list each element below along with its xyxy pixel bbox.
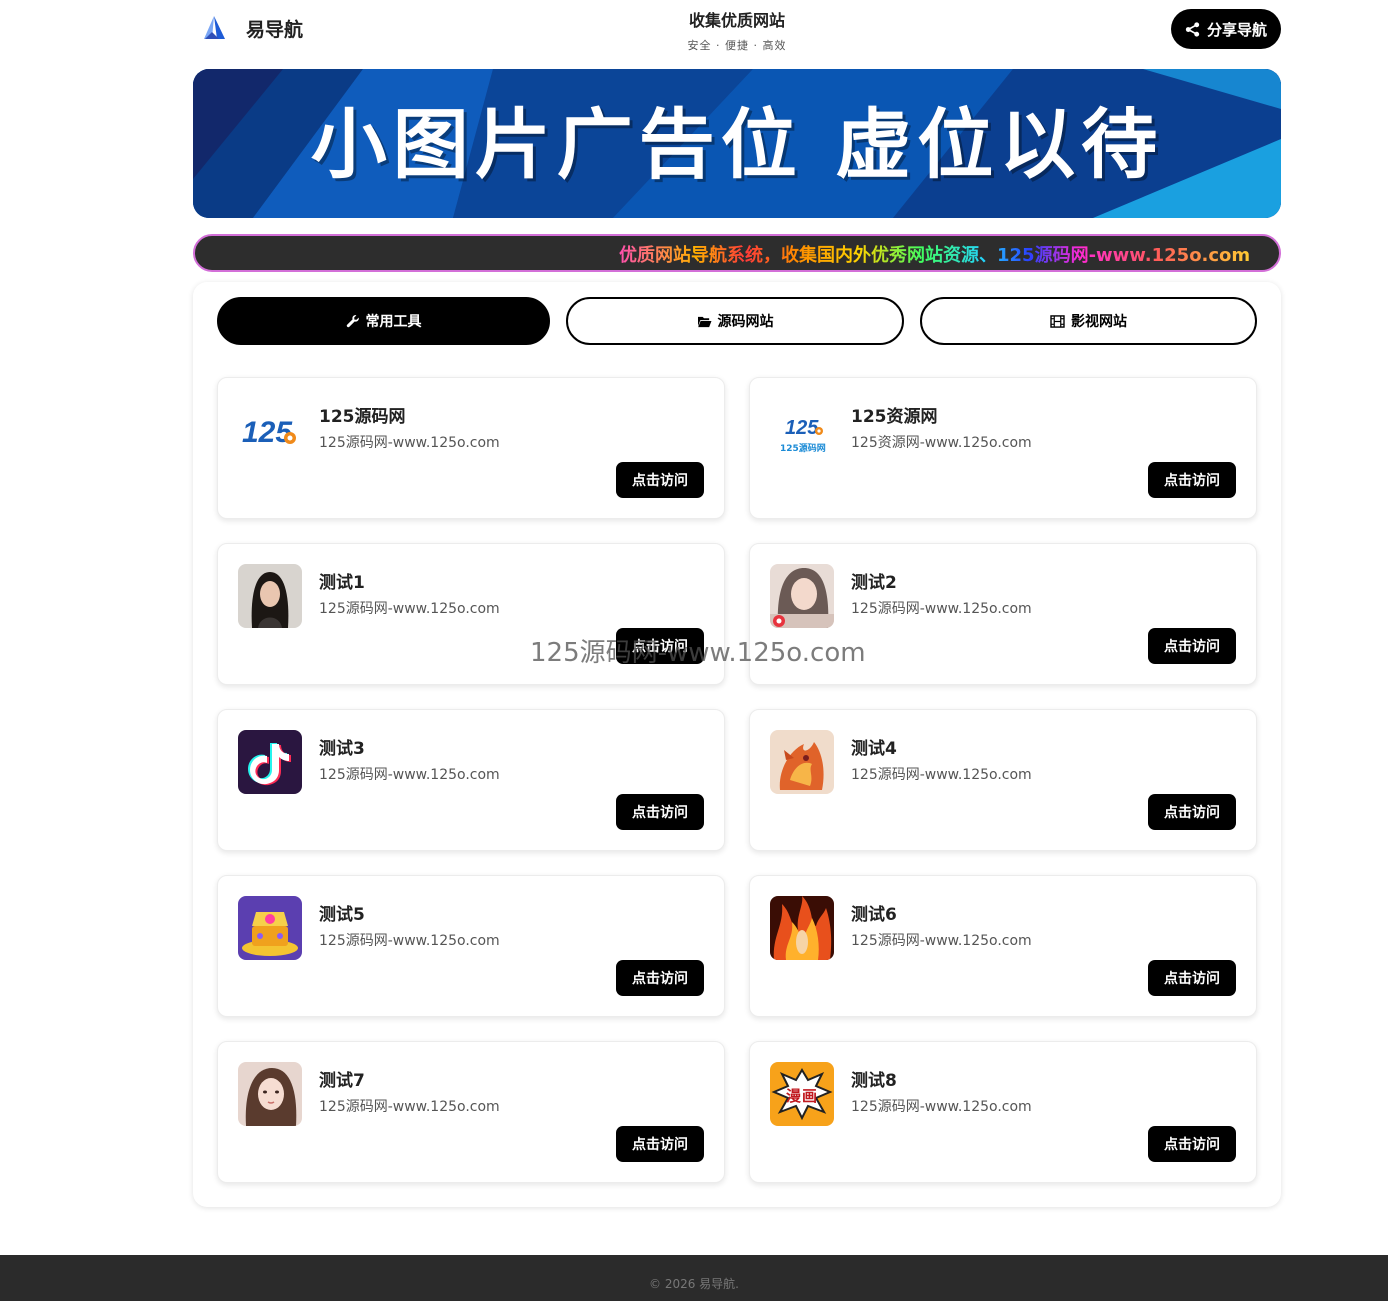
wrench-icon bbox=[346, 315, 359, 328]
copyright-text: © 2026 易导航. bbox=[649, 1277, 739, 1291]
portrait-image bbox=[238, 1062, 302, 1126]
site-card[interactable]: 测试1 125源码网-www.125o.com 点击访问 bbox=[217, 543, 725, 685]
treasure-chest-image bbox=[238, 896, 302, 960]
tab-common-tools[interactable]: 常用工具 bbox=[217, 297, 550, 345]
site-thumbnail bbox=[770, 896, 834, 960]
site-description: 125源码网-www.125o.com bbox=[319, 435, 500, 451]
footer: © 2026 易导航. bbox=[0, 1255, 1388, 1301]
svg-text:125: 125 bbox=[785, 417, 819, 439]
site-thumbnail bbox=[238, 1062, 302, 1126]
share-label: 分享导航 bbox=[1206, 20, 1267, 39]
site-title: 125源码网 bbox=[319, 407, 406, 427]
site-description: 125源码网-www.125o.com bbox=[851, 1099, 1032, 1115]
site-title: 测试8 bbox=[851, 1071, 897, 1091]
tab-label: 常用工具 bbox=[365, 314, 422, 330]
visit-button[interactable]: 点击访问 bbox=[616, 1126, 704, 1162]
marquee-text: 优质网站导航系统，收集国内外优秀网站资源、125源码网-www.125o.com bbox=[619, 241, 1250, 267]
site-title: 测试5 bbox=[319, 905, 365, 925]
site-thumbnail bbox=[770, 564, 834, 628]
site-title: 测试7 bbox=[319, 1071, 365, 1091]
visit-button[interactable]: 点击访问 bbox=[1148, 794, 1236, 830]
site-thumbnail bbox=[770, 730, 834, 794]
tab-label: 源码网站 bbox=[717, 314, 774, 330]
site-description: 125资源网-www.125o.com bbox=[851, 435, 1032, 451]
site-description: 125源码网-www.125o.com bbox=[319, 933, 500, 949]
site-title: 测试2 bbox=[851, 573, 897, 593]
site-card[interactable]: 测试7 125源码网-www.125o.com 点击访问 bbox=[217, 1041, 725, 1183]
slogan-subtitle: 安全 · 便捷 · 高效 bbox=[687, 39, 787, 52]
share-button[interactable]: 分享导航 bbox=[1171, 9, 1281, 49]
logo-125-image: 125 bbox=[242, 416, 296, 449]
visit-button[interactable]: 点击访问 bbox=[1148, 628, 1236, 664]
fire-character-image bbox=[770, 896, 834, 960]
site-description: 125源码网-www.125o.com bbox=[851, 933, 1032, 949]
site-card[interactable]: 测试4 125源码网-www.125o.com 点击访问 bbox=[749, 709, 1257, 851]
site-description: 125源码网-www.125o.com bbox=[319, 767, 500, 783]
tab-label: 影视网站 bbox=[1071, 314, 1127, 330]
visit-button[interactable]: 点击访问 bbox=[1148, 462, 1236, 498]
site-thumbnail bbox=[238, 564, 302, 628]
site-card[interactable]: 测试5 125源码网-www.125o.com 点击访问 bbox=[217, 875, 725, 1017]
site-thumbnail: 125 125源码网 bbox=[770, 398, 834, 462]
site-title: 125资源网 bbox=[851, 407, 938, 427]
visit-button[interactable]: 点击访问 bbox=[616, 794, 704, 830]
site-description: 125源码网-www.125o.com bbox=[319, 601, 500, 617]
header: 易导航 收集优质网站 安全 · 便捷 · 高效 分享导航 bbox=[193, 0, 1281, 60]
slogan: 收集优质网站 安全 · 便捷 · 高效 bbox=[193, 7, 1281, 53]
folder-open-icon bbox=[697, 316, 711, 327]
visit-button[interactable]: 点击访问 bbox=[616, 462, 704, 498]
site-card[interactable]: 漫画 测试8 125源码网-www.125o.com 点击访问 bbox=[749, 1041, 1257, 1183]
site-title: 测试1 bbox=[319, 573, 365, 593]
visit-button[interactable]: 点击访问 bbox=[616, 960, 704, 996]
share-icon bbox=[1185, 21, 1200, 37]
site-description: 125源码网-www.125o.com bbox=[851, 767, 1032, 783]
site-title: 测试3 bbox=[319, 739, 365, 759]
site-title: 测试6 bbox=[851, 905, 897, 925]
visit-button[interactable]: 点击访问 bbox=[616, 628, 704, 664]
banner-text: 小图片广告位 虚位以待 bbox=[310, 100, 1164, 189]
site-description: 125源码网-www.125o.com bbox=[851, 601, 1032, 617]
site-thumbnail: 125 bbox=[238, 398, 302, 462]
tab-video-sites[interactable]: 影视网站 bbox=[920, 297, 1257, 345]
site-card[interactable]: 125 125源码网 125资源网 125资源网-www.125o.com 点击… bbox=[749, 377, 1257, 519]
site-card[interactable]: 测试2 125源码网-www.125o.com 点击访问 bbox=[749, 543, 1257, 685]
svg-text:125: 125 bbox=[242, 416, 293, 449]
visit-button[interactable]: 点击访问 bbox=[1148, 960, 1236, 996]
thumbnail-caption: 125源码网 bbox=[780, 444, 826, 454]
site-card[interactable]: 测试6 125源码网-www.125o.com 点击访问 bbox=[749, 875, 1257, 1017]
ad-banner[interactable]: 小图片广告位 虚位以待 bbox=[193, 69, 1281, 218]
slogan-title: 收集优质网站 bbox=[688, 11, 785, 30]
film-icon bbox=[1050, 314, 1065, 328]
dragon-image bbox=[770, 730, 834, 794]
site-description: 125源码网-www.125o.com bbox=[319, 1099, 500, 1115]
site-card[interactable]: 125 125源码网 125源码网-www.125o.com 点击访问 bbox=[217, 377, 725, 519]
site-title: 测试4 bbox=[851, 739, 897, 759]
visit-button[interactable]: 点击访问 bbox=[1148, 1126, 1236, 1162]
site-thumbnail bbox=[238, 730, 302, 794]
portrait-image bbox=[238, 564, 302, 628]
page: 易导航 收集优质网站 安全 · 便捷 · 高效 分享导航 小图片广告位 虚位以待… bbox=[0, 0, 1388, 1301]
site-card[interactable]: 测试3 125源码网-www.125o.com 点击访问 bbox=[217, 709, 725, 851]
site-thumbnail bbox=[238, 896, 302, 960]
tab-source-sites[interactable]: 源码网站 bbox=[566, 297, 904, 345]
anime-girl-image bbox=[770, 564, 834, 628]
announcement-marquee: 优质网站导航系统，收集国内外优秀网站资源、125源码网-www.125o.com bbox=[193, 234, 1281, 272]
thumbnail-caption: 漫画 bbox=[786, 1087, 819, 1105]
tiktok-icon bbox=[238, 730, 302, 794]
site-thumbnail: 漫画 bbox=[770, 1062, 834, 1126]
